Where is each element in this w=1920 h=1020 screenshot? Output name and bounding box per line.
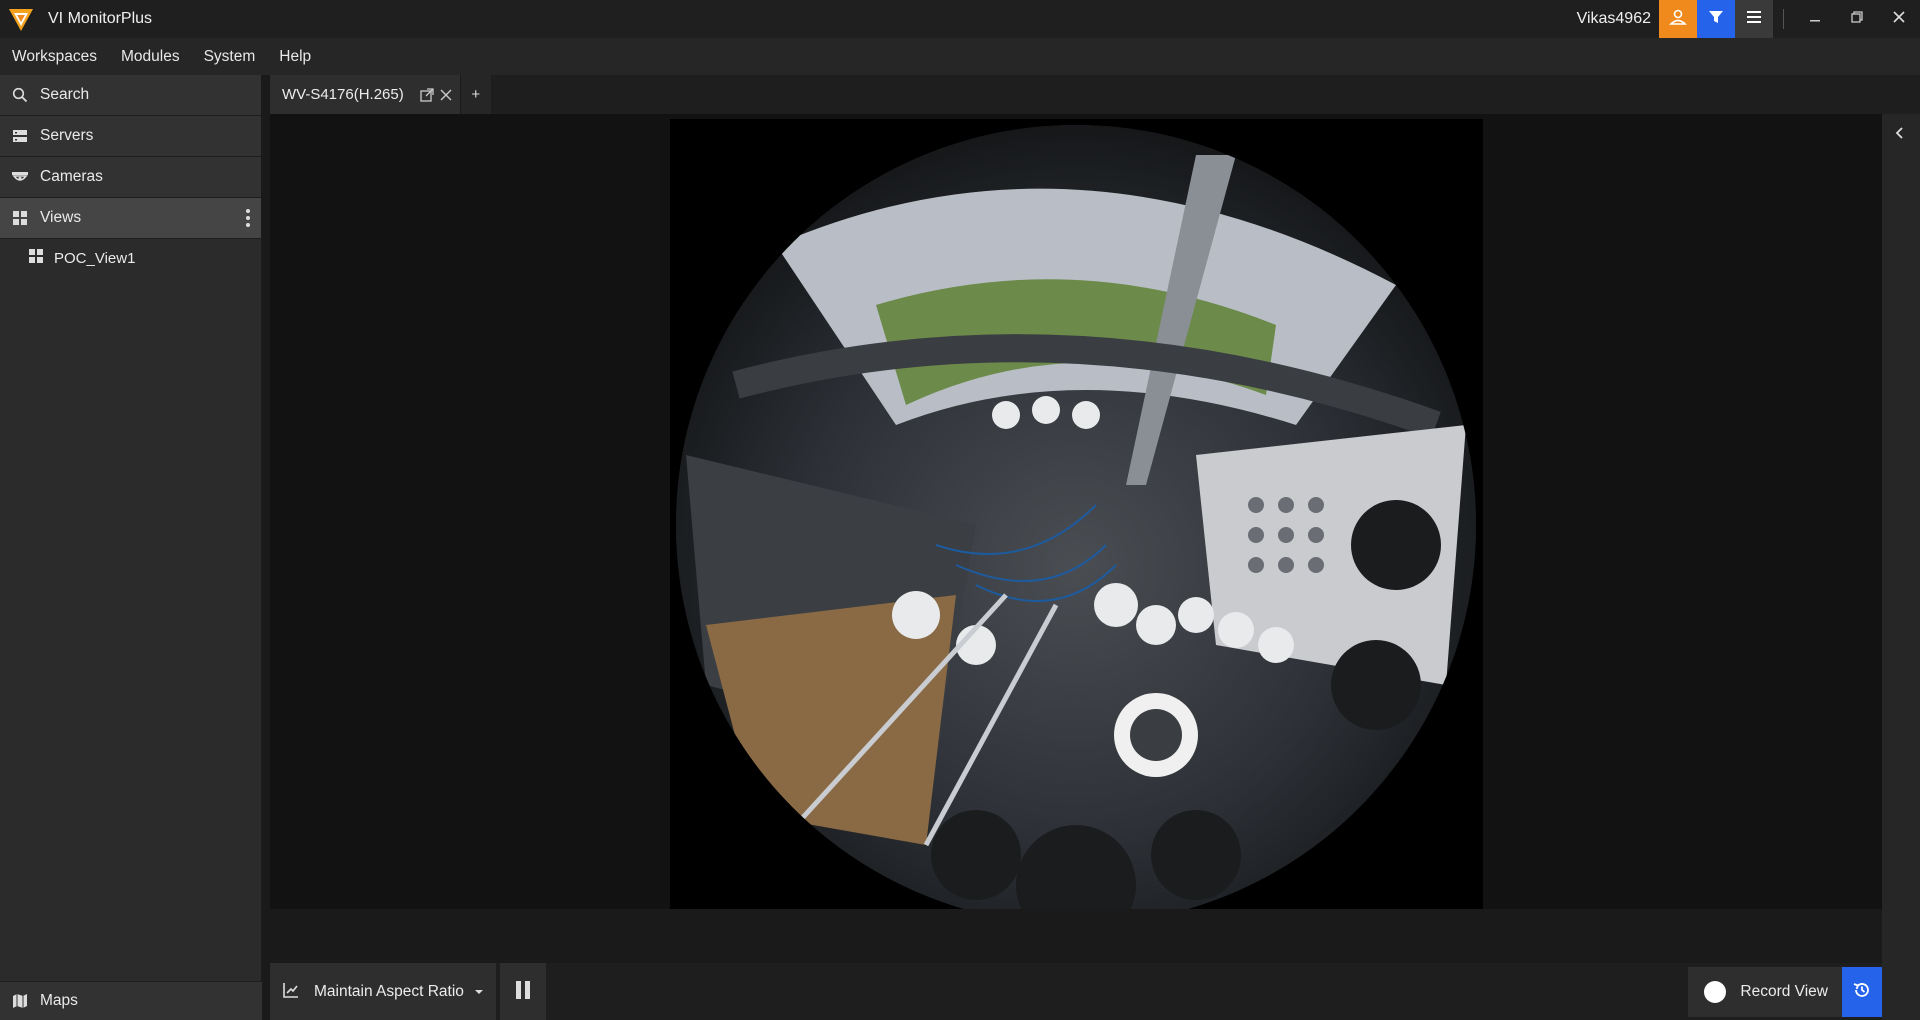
menu-system[interactable]: System: [192, 48, 268, 66]
username: Vikas4962: [1576, 10, 1651, 27]
history-icon: [1852, 980, 1872, 1004]
fisheye-camera-image: [676, 125, 1476, 925]
tab-label: WV-S4176(H.265): [282, 86, 404, 103]
pause-icon: [514, 980, 532, 1004]
title-bar: VI MonitorPlus Vikas4962: [0, 0, 1920, 38]
sidebar-item-views[interactable]: Views: [0, 198, 261, 239]
video-frame[interactable]: [670, 119, 1483, 934]
menu-help[interactable]: Help: [267, 48, 323, 66]
sidebar-item-label: Views: [40, 209, 82, 226]
sidebar-item-servers[interactable]: Servers: [0, 116, 261, 157]
tab-camera-stream[interactable]: WV-S4176(H.265): [270, 75, 461, 114]
close-icon: [1892, 10, 1906, 29]
views-icon: [28, 248, 44, 268]
menu-icon: [1745, 8, 1763, 30]
sidebar-item-label: Search: [40, 86, 90, 103]
minimize-button[interactable]: [1794, 0, 1836, 38]
main-menu-button[interactable]: [1735, 0, 1773, 38]
sidebar-item-label: Servers: [40, 127, 94, 144]
kebab-icon[interactable]: [245, 208, 251, 232]
chart-icon: [282, 981, 300, 1003]
cameras-icon: [0, 169, 40, 185]
sidebar-item-search[interactable]: Search: [0, 75, 261, 116]
chevron-left-icon[interactable]: [1894, 126, 1906, 144]
pause-button[interactable]: [499, 963, 546, 1020]
tab-strip: WV-S4176(H.265) +: [270, 75, 1920, 114]
restore-button[interactable]: [1836, 0, 1878, 38]
sidebar-item-cameras[interactable]: Cameras: [0, 157, 261, 198]
add-tab-button[interactable]: +: [460, 75, 491, 114]
restore-icon: [1850, 10, 1864, 29]
titlebar-separator: [1783, 9, 1784, 29]
right-panel: [1882, 114, 1920, 1020]
close-icon[interactable]: [440, 89, 452, 101]
view-item-poc-view1[interactable]: POC_View1: [0, 239, 261, 277]
menu-workspaces[interactable]: Workspaces: [0, 48, 109, 66]
filter-icon: [1707, 8, 1725, 30]
record-view-label: Record View: [1740, 983, 1828, 1000]
filter-button[interactable]: [1697, 0, 1735, 38]
user-button[interactable]: [1659, 0, 1697, 38]
playback-history-button[interactable]: [1842, 967, 1882, 1017]
bottom-toolbar: Maintain Aspect Ratio Record View: [270, 963, 1882, 1020]
video-viewer: [270, 114, 1882, 936]
aspect-ratio-label: Maintain Aspect Ratio: [314, 982, 464, 1000]
servers-icon: [0, 128, 40, 144]
sidebar-item-label: Cameras: [40, 168, 103, 185]
viewer-status-strip: [270, 909, 1882, 936]
close-button[interactable]: [1878, 0, 1920, 38]
record-view-button[interactable]: Record View: [1688, 967, 1844, 1017]
menu-modules[interactable]: Modules: [109, 48, 192, 66]
view-item-label: POC_View1: [54, 249, 136, 267]
views-icon: [0, 210, 40, 226]
minimize-icon: [1808, 10, 1822, 29]
app-logo-icon: [6, 4, 36, 34]
app-title: VI MonitorPlus: [48, 10, 153, 27]
sidebar-item-label: Maps: [40, 992, 78, 1009]
dropdown-icon: [474, 983, 484, 1000]
sidebar-item-maps[interactable]: Maps: [0, 981, 262, 1020]
menu-bar: Workspaces Modules System Help: [0, 38, 1920, 75]
popout-icon[interactable]: [420, 87, 434, 102]
user-icon: [1669, 8, 1687, 30]
search-icon: [0, 87, 40, 103]
sidebar: Search Servers Cameras Views POC_View1 M…: [0, 75, 262, 1020]
maps-icon: [0, 993, 40, 1009]
record-toggle-icon: [1704, 981, 1727, 1003]
aspect-ratio-dropdown[interactable]: Maintain Aspect Ratio: [270, 963, 496, 1020]
